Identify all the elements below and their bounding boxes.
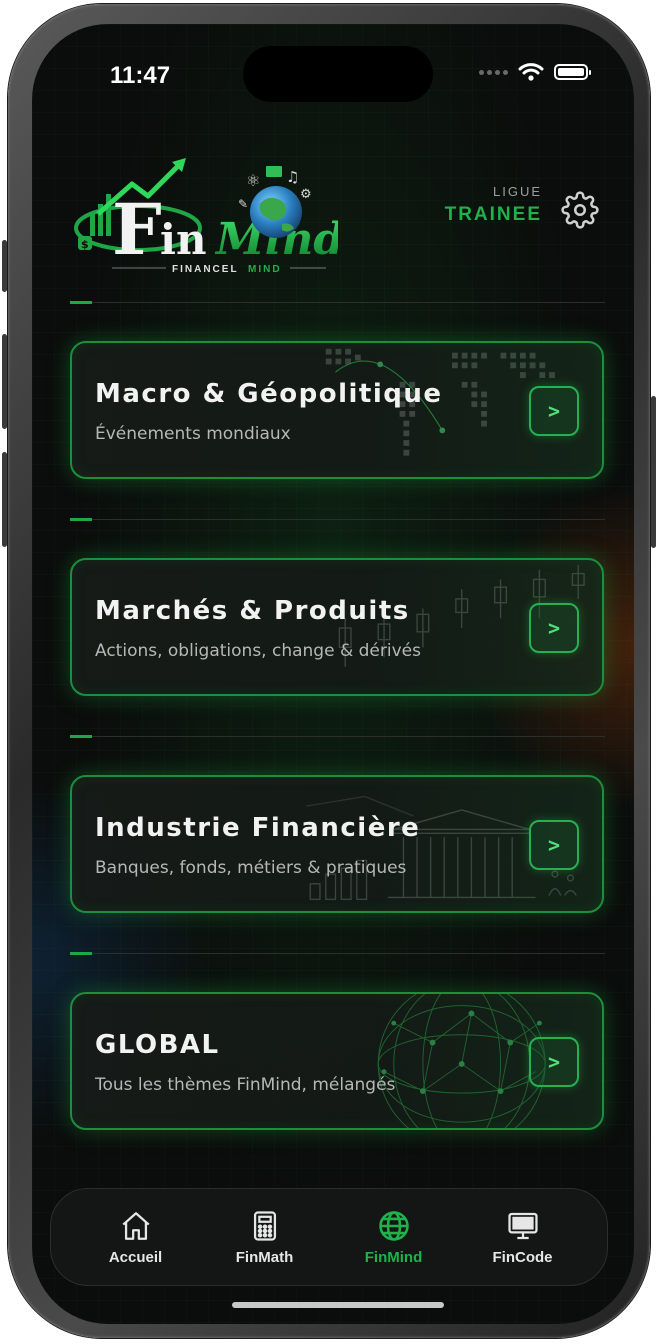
volume-down-button bbox=[2, 452, 7, 547]
card-marches-produits[interactable]: Marchés & Produits Actions, obligations,… bbox=[70, 558, 604, 696]
phone-frame: 11:47 $ F in Mind ⚛ ♫ ⚙ ✎ FINANCEL MIND … bbox=[2, 4, 656, 1338]
bottom-tab-bar: Accueil FinMath FinMind FinCode bbox=[50, 1188, 608, 1286]
card-title: Macro & Géopolitique bbox=[95, 379, 443, 409]
tab-label: FinMath bbox=[235, 1248, 294, 1266]
card-subtitle: Tous les thèmes FinMind, mélangés bbox=[95, 1075, 396, 1095]
card-subtitle: Événements mondiaux bbox=[95, 424, 291, 444]
home-indicator[interactable] bbox=[232, 1302, 444, 1308]
app-screen: 11:47 $ F in Mind ⚛ ♫ ⚙ ✎ FINANCEL MIND … bbox=[32, 24, 634, 1324]
wifi-icon bbox=[518, 63, 544, 81]
tab-finmind[interactable]: FinMind bbox=[339, 1209, 449, 1266]
power-button bbox=[651, 396, 656, 548]
calculator-icon bbox=[253, 1210, 276, 1241]
svg-text:MIND: MIND bbox=[248, 264, 282, 272]
tab-label: Accueil bbox=[108, 1248, 163, 1266]
svg-text:⚛: ⚛ bbox=[246, 171, 260, 190]
card-macro-geopolitique[interactable]: Macro & Géopolitique Événements mondiaux… bbox=[70, 341, 604, 479]
card-global[interactable]: GLOBAL Tous les thèmes FinMind, mélangés… bbox=[70, 992, 604, 1130]
tab-finmath[interactable]: FinMath bbox=[210, 1209, 320, 1266]
section-divider bbox=[70, 301, 605, 304]
open-chevron-button[interactable]: > bbox=[529, 603, 579, 653]
league-indicator: LIGUE TRAINEE bbox=[412, 184, 542, 226]
globe-icon bbox=[378, 1210, 409, 1241]
finmind-logo: $ F in Mind ⚛ ♫ ⚙ ✎ FINANCEL MIND bbox=[68, 154, 344, 275]
signal-icon bbox=[479, 69, 508, 75]
settings-gear-icon[interactable] bbox=[561, 191, 599, 229]
open-chevron-button[interactable]: > bbox=[529, 820, 579, 870]
section-divider bbox=[70, 952, 605, 955]
svg-text:✎: ✎ bbox=[238, 197, 248, 211]
svg-text:FINANCEL: FINANCEL bbox=[172, 264, 239, 272]
tab-label: FinCode bbox=[492, 1248, 553, 1266]
card-industrie-financiere[interactable]: Industrie Financière Banques, fonds, mét… bbox=[70, 775, 604, 913]
open-chevron-button[interactable]: > bbox=[529, 1037, 579, 1087]
status-time: 11:47 bbox=[110, 62, 171, 89]
battery-icon bbox=[554, 64, 591, 80]
card-title: Industrie Financière bbox=[95, 813, 421, 843]
section-divider bbox=[70, 518, 605, 521]
action-button bbox=[2, 240, 7, 292]
monitor-icon bbox=[507, 1212, 538, 1239]
svg-text:in: in bbox=[160, 215, 207, 264]
tab-label: FinMind bbox=[364, 1248, 423, 1266]
status-icons bbox=[479, 62, 591, 82]
tab-fincode[interactable]: FinCode bbox=[468, 1209, 578, 1266]
league-label: LIGUE bbox=[492, 184, 542, 199]
svg-text:♫: ♫ bbox=[286, 168, 299, 186]
card-title: GLOBAL bbox=[95, 1030, 220, 1060]
league-value: TRAINEE bbox=[444, 204, 542, 225]
svg-text:⚙: ⚙ bbox=[300, 187, 312, 202]
card-subtitle: Actions, obligations, change & dérivés bbox=[95, 641, 421, 661]
tab-accueil[interactable]: Accueil bbox=[81, 1209, 191, 1266]
card-subtitle: Banques, fonds, métiers & pratiques bbox=[95, 858, 407, 878]
dynamic-island bbox=[243, 46, 433, 102]
section-divider bbox=[70, 735, 605, 738]
open-chevron-button[interactable]: > bbox=[529, 386, 579, 436]
svg-text:$: $ bbox=[81, 238, 89, 251]
svg-text:F: F bbox=[112, 188, 162, 271]
card-title: Marchés & Produits bbox=[95, 596, 410, 626]
home-icon bbox=[121, 1211, 150, 1240]
volume-up-button bbox=[2, 334, 7, 429]
